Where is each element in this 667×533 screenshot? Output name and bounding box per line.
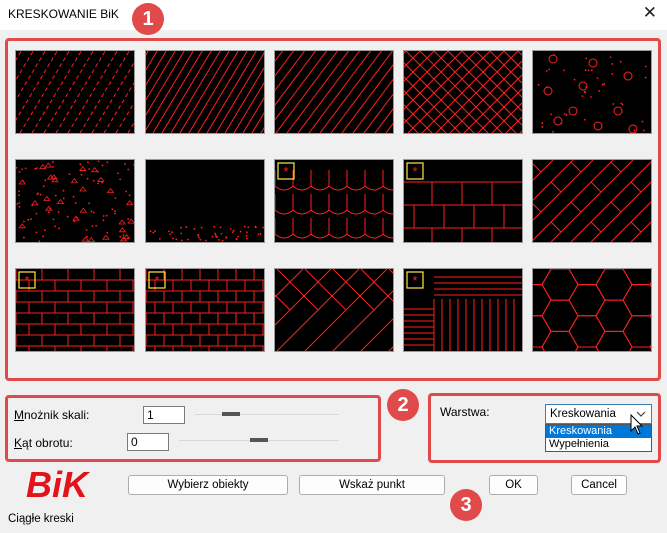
pattern-tile-ansi31-thin[interactable] [15, 50, 135, 134]
layer-select-value: Kreskowania [550, 408, 616, 420]
layer-label: Warstwa: [440, 405, 490, 419]
svg-text:*: * [412, 164, 417, 179]
pattern-preview-icon [16, 51, 134, 133]
pattern-preview-icon: * [275, 162, 393, 239]
pattern-tile-parquet-squares[interactable]: * [403, 268, 523, 352]
scale-label: Mnożnik skali: [14, 408, 90, 422]
pattern-preview-icon [16, 160, 134, 242]
pattern-tile-ansi31-dense[interactable] [145, 50, 265, 134]
pattern-preview-icon [275, 51, 393, 133]
pattern-tile-wood-planks[interactable]: * [403, 159, 523, 243]
title-bar: KRESKOWANIE BiK ✕ [0, 0, 667, 30]
bik-logo: BiK [26, 464, 91, 504]
scale-slider-thumb[interactable] [222, 412, 240, 416]
annotation-badge-2: 2 [387, 389, 419, 421]
svg-text:*: * [154, 273, 159, 288]
status-text: Ciągłe kreski [8, 513, 74, 525]
pattern-preview-icon: * [404, 271, 522, 351]
ok-button[interactable]: OK [489, 475, 538, 495]
svg-text:*: * [283, 164, 288, 179]
annotation-badge-3: 3 [450, 489, 482, 521]
pattern-preview-icon [404, 51, 522, 133]
pattern-tile-hexagons[interactable] [532, 268, 652, 352]
svg-text:*: * [24, 273, 29, 288]
pattern-preview-icon [533, 269, 651, 351]
pattern-tile-dots-sparse[interactable] [145, 159, 265, 243]
close-icon[interactable]: ✕ [643, 4, 657, 22]
rotation-slider-thumb[interactable] [250, 438, 268, 442]
scale-slider-track[interactable] [195, 414, 339, 415]
pattern-preview-icon: * [404, 162, 522, 242]
rotation-label: Kąt obrotu: [14, 436, 73, 450]
mouse-cursor-icon [630, 414, 644, 435]
pattern-tile-dots-triangles[interactable] [15, 159, 135, 243]
pattern-preview-icon: * [16, 269, 134, 351]
pattern-preview-icon: * [146, 269, 264, 351]
pattern-tile-brick[interactable]: * [15, 268, 135, 352]
scale-input[interactable] [143, 406, 185, 424]
scale-rotation-frame [5, 395, 381, 462]
annotation-badge-1: 1 [132, 3, 164, 35]
layer-option-wypelnienia[interactable]: Wypełnienia [546, 438, 651, 451]
pattern-tile-ansi31-wide[interactable] [274, 50, 394, 134]
pattern-tile-ansi37-crosshatch[interactable] [403, 50, 523, 134]
select-objects-button[interactable]: Wybierz obiekty [128, 475, 288, 495]
bik-logo-text: BiK [26, 464, 91, 504]
pattern-preview-icon [537, 54, 647, 133]
pattern-preview-icon [149, 225, 264, 242]
pattern-preview-icon [533, 160, 651, 242]
pattern-tile-parquet-diagonal[interactable] [532, 159, 652, 243]
pick-point-button[interactable]: Wskaż punkt [299, 475, 445, 495]
svg-text:*: * [412, 273, 417, 288]
window-title: KRESKOWANIE BiK [8, 7, 119, 21]
pattern-tile-circles[interactable] [532, 50, 652, 134]
pattern-preview-icon [275, 269, 393, 351]
pattern-tile-herringbone[interactable] [274, 268, 394, 352]
pattern-tile-roof-tiles[interactable]: * [274, 159, 394, 243]
pattern-tile-brick-fine[interactable]: * [145, 268, 265, 352]
cancel-button[interactable]: Cancel [571, 475, 627, 495]
rotation-input[interactable] [127, 433, 169, 451]
pattern-preview-icon [146, 51, 264, 133]
